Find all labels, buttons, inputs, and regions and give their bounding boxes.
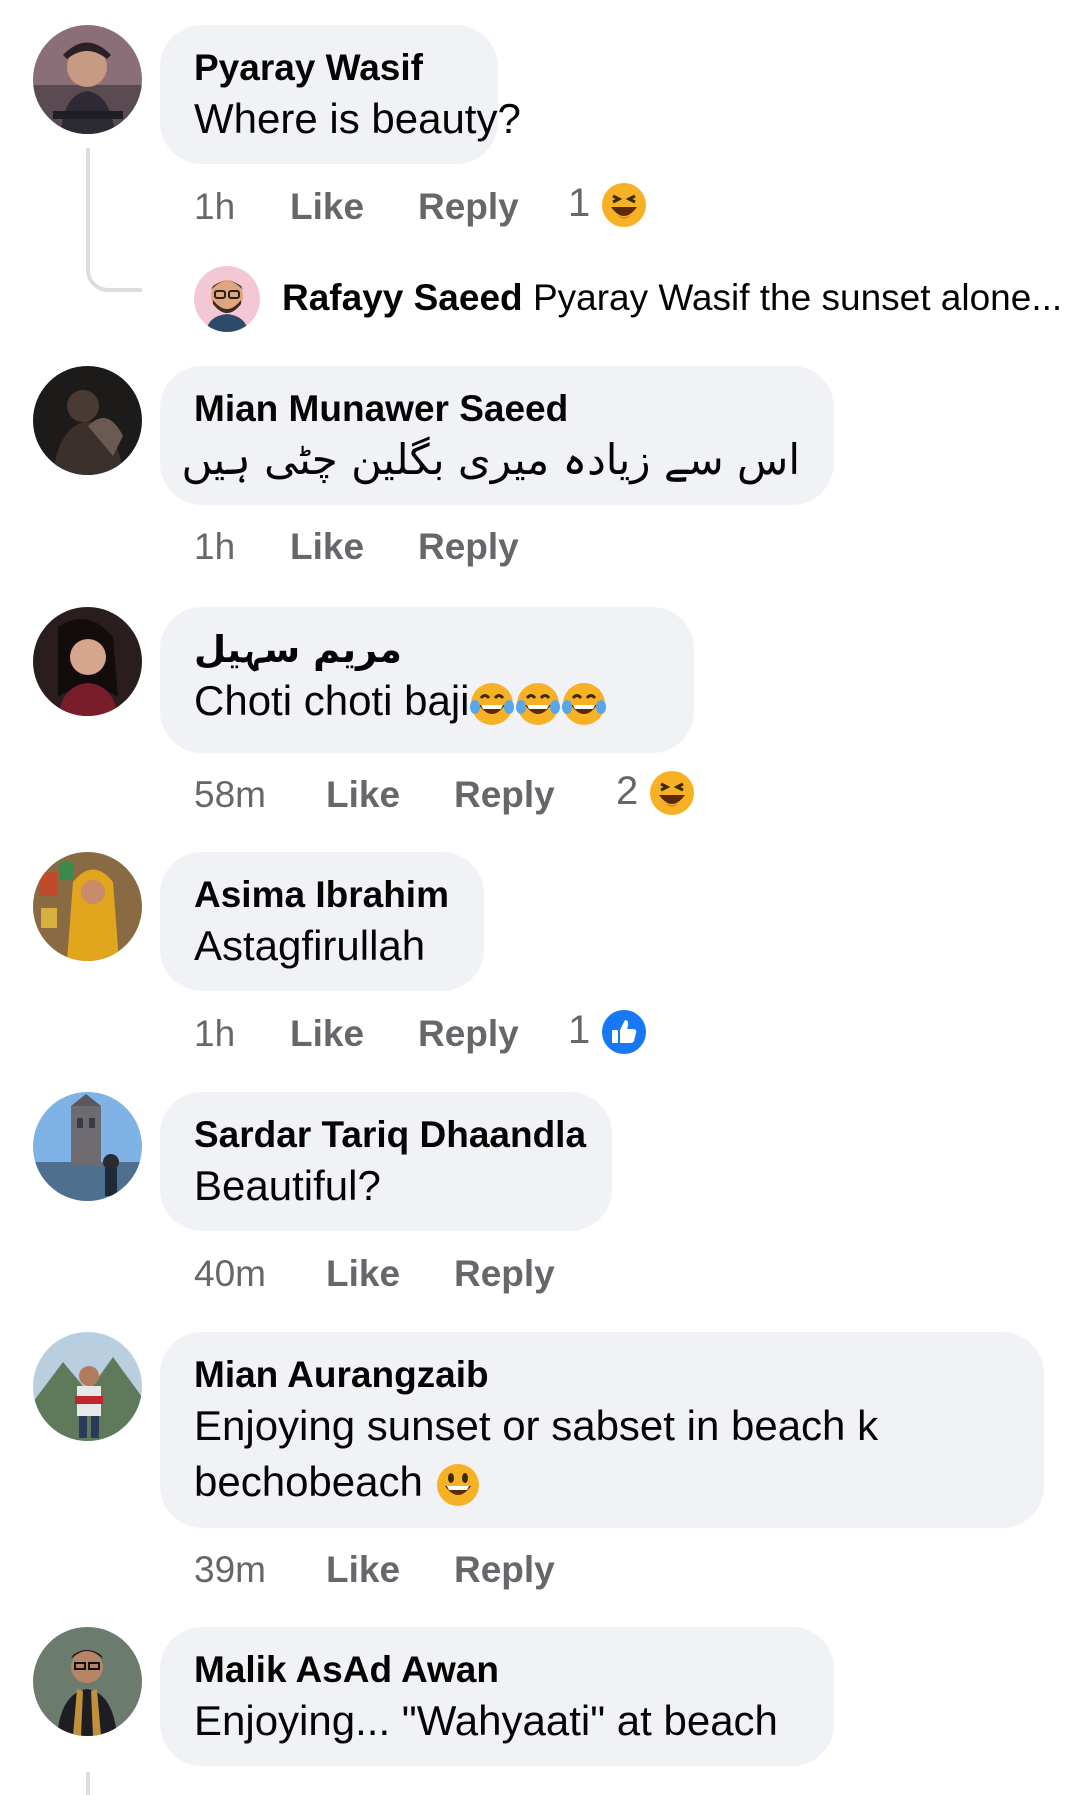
comment-actions: 39m Like Reply (194, 1547, 555, 1593)
comment-actions: 1h Like Reply (194, 1011, 519, 1057)
avatar-photo-icon (33, 852, 142, 961)
comment-author[interactable]: Mian Aurangzaib (194, 1352, 1010, 1398)
tears-of-joy-emoji-icon (469, 681, 515, 727)
avatar[interactable] (194, 266, 260, 332)
like-button[interactable]: Like (290, 1011, 418, 1057)
comment-time[interactable]: 39m (194, 1547, 326, 1593)
comment-bubble[interactable]: Sardar Tariq Dhaandla Beautiful? (160, 1092, 612, 1231)
comment-author[interactable]: Malik AsAd Awan (194, 1647, 800, 1693)
reaction-count: 2 (616, 769, 639, 813)
avatar[interactable] (33, 607, 142, 716)
comment-text: Enjoying sunset or sabset in beach k bec… (194, 1402, 879, 1505)
like-button[interactable]: Like (326, 772, 454, 818)
avatar[interactable] (33, 1332, 142, 1441)
comment-bubble[interactable]: Pyaray Wasif Where is beauty? (160, 25, 521, 164)
comment-actions: 58m Like Reply (194, 772, 555, 818)
avatar[interactable] (33, 852, 142, 961)
comment-actions: 40m Like Reply (194, 1251, 555, 1297)
tears-of-joy-emoji-icon (515, 681, 561, 727)
comment-text: Where is beauty? (194, 95, 521, 142)
comment-bubble[interactable]: Asima Ibrahim Astagfirullah (160, 852, 484, 991)
laughing-emoji-icon (601, 182, 647, 228)
reaction-summary[interactable]: 2 (616, 768, 695, 816)
like-button[interactable]: Like (326, 1547, 454, 1593)
reaction-count: 1 (568, 181, 591, 225)
reply-button[interactable]: Reply (454, 1547, 555, 1593)
comment-text: Beautiful? (194, 1162, 381, 1209)
avatar-photo-icon (33, 607, 142, 716)
laughing-emoji-icon (649, 770, 695, 816)
reply-preview[interactable]: Rafayy Saeed Pyaray Wasif the sunset alo… (194, 266, 1074, 332)
avatar-photo-icon (33, 366, 142, 475)
like-thumb-icon (601, 1009, 647, 1055)
comment-actions: 1h Like Reply (194, 524, 519, 570)
reply-snippet: Pyaray Wasif the sunset alone... (532, 277, 1063, 318)
comment-time[interactable]: 1h (194, 184, 290, 230)
reply-button[interactable]: Reply (454, 772, 555, 818)
avatar[interactable] (33, 25, 142, 134)
comment-text: Choti choti baji (194, 677, 470, 724)
grinning-emoji-icon (435, 1462, 481, 1508)
comment-author[interactable]: Pyaray Wasif (194, 45, 464, 91)
tears-of-joy-emoji-icon (561, 681, 607, 727)
avatar-photo-icon (33, 1092, 142, 1201)
comment-author[interactable]: مریم سہیل (194, 627, 402, 673)
like-button[interactable]: Like (290, 184, 418, 230)
comment-time[interactable]: 1h (194, 1011, 290, 1057)
reaction-count: 1 (568, 1008, 591, 1052)
comment-bubble[interactable]: مریم سہیل Choti choti baji (160, 607, 694, 753)
comment-text-row: Choti choti baji (194, 673, 660, 729)
comment-time[interactable]: 40m (194, 1251, 326, 1297)
reply-preview-text[interactable]: Rafayy Saeed Pyaray Wasif the sunset alo… (282, 275, 1062, 321)
comment-text: اس سے زیادہ میری بگلین چٹی ہیں (181, 435, 800, 484)
avatar[interactable] (33, 366, 142, 475)
comment-text: Astagfirullah (194, 922, 426, 969)
like-button[interactable]: Like (290, 524, 418, 570)
thread-line (86, 148, 142, 292)
reaction-summary[interactable]: 1 (568, 180, 647, 228)
comment-actions: 1h Like Reply (194, 184, 519, 230)
comment-text-row: Enjoying sunset or sabset in beach k bec… (194, 1398, 974, 1510)
avatar[interactable] (33, 1092, 142, 1201)
comment-time[interactable]: 1h (194, 524, 290, 570)
avatar-photo-icon (33, 1332, 142, 1441)
comment-author[interactable]: Mian Munawer Saeed (194, 386, 800, 432)
comment-time[interactable]: 58m (194, 772, 326, 818)
avatar[interactable] (33, 1627, 142, 1736)
reply-button[interactable]: Reply (454, 1251, 555, 1297)
like-button[interactable]: Like (326, 1251, 454, 1297)
comment-bubble[interactable]: Mian Munawer Saeed اس سے زیادہ میری بگلی… (160, 366, 834, 505)
avatar-memoji-icon (194, 266, 260, 332)
comment-bubble[interactable]: Malik AsAd Awan Enjoying... "Wahyaati" a… (160, 1627, 834, 1766)
comment-text: Enjoying... "Wahyaati" at beach (194, 1697, 778, 1744)
avatar-photo-icon (33, 25, 142, 134)
reaction-summary[interactable]: 1 (568, 1007, 647, 1055)
reply-button[interactable]: Reply (418, 524, 519, 570)
thread-line (86, 1772, 90, 1795)
reply-author[interactable]: Rafayy Saeed (282, 277, 523, 318)
reply-button[interactable]: Reply (418, 184, 519, 230)
comment-bubble[interactable]: Mian Aurangzaib Enjoying sunset or sabse… (160, 1332, 1044, 1528)
avatar-photo-icon (33, 1627, 142, 1736)
comment-author[interactable]: Sardar Tariq Dhaandla (194, 1112, 586, 1158)
reply-button[interactable]: Reply (418, 1011, 519, 1057)
comment-author[interactable]: Asima Ibrahim (194, 872, 450, 918)
